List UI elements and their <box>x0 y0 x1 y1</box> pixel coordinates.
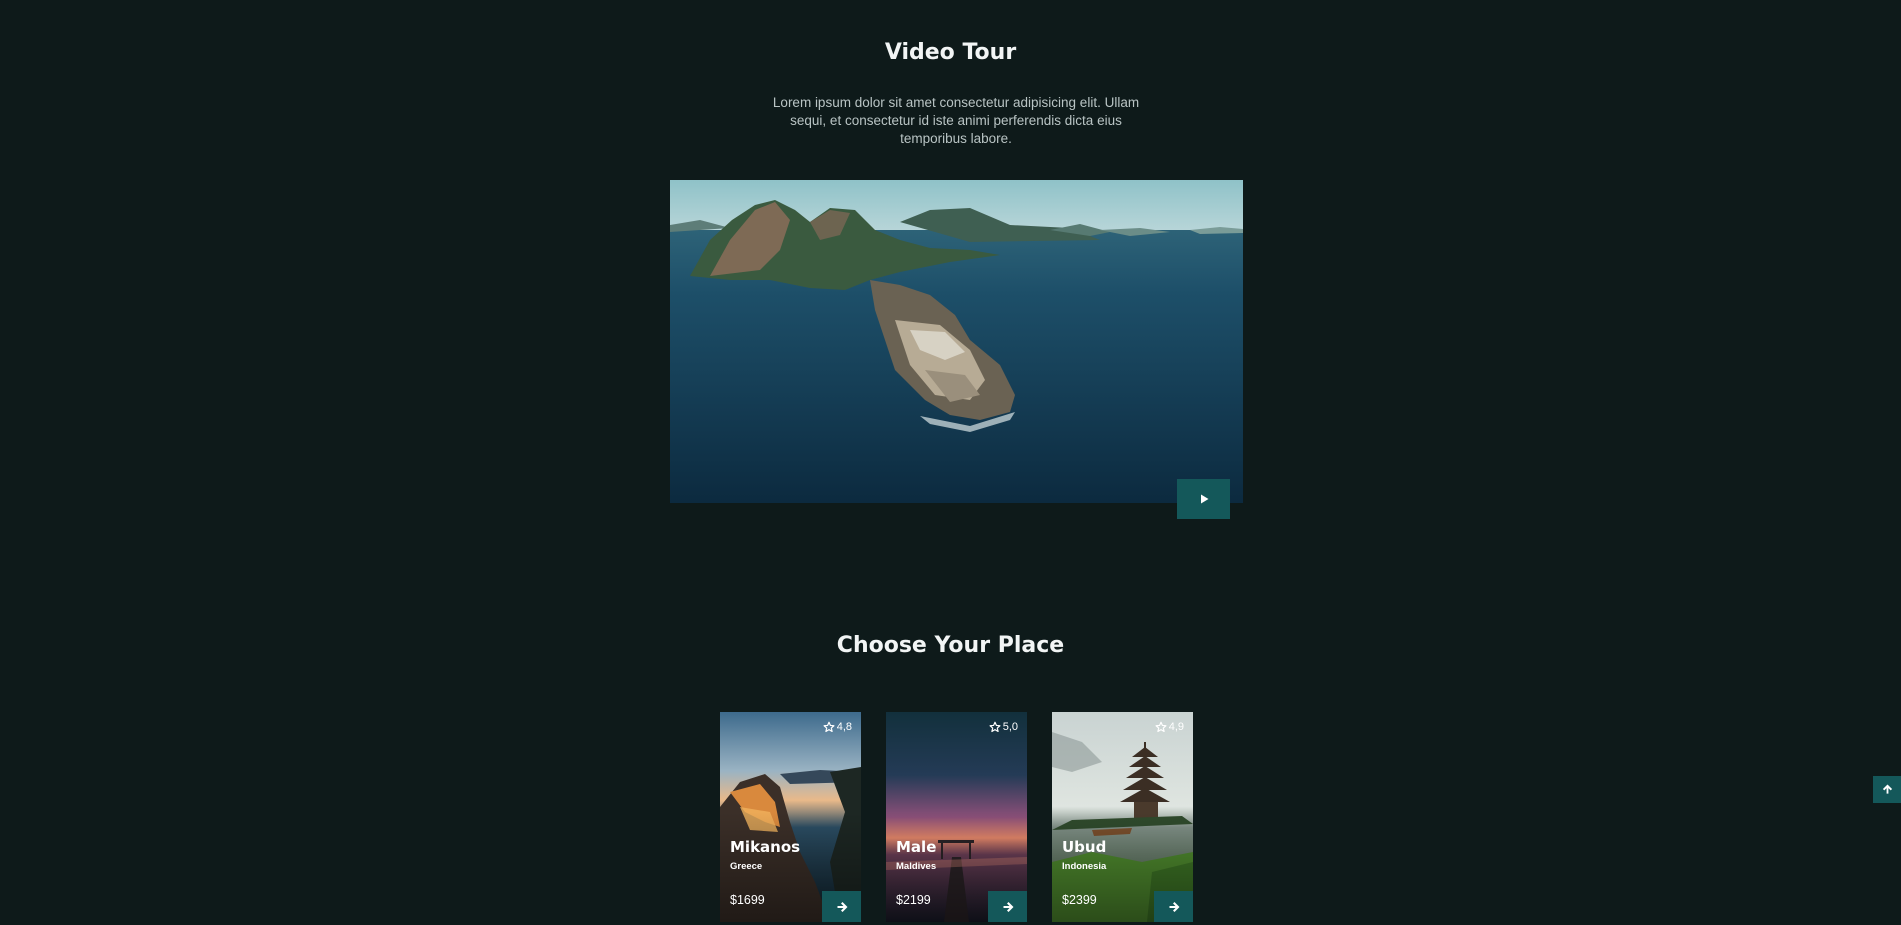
place-name: Male <box>896 838 937 856</box>
video-tour-description: Lorem ipsum dolor sit amet consectetur a… <box>772 95 1140 146</box>
arrow-right-icon <box>1169 901 1179 912</box>
arrow-right-icon <box>1003 901 1013 912</box>
place-details-button[interactable] <box>822 891 861 922</box>
place-details-button[interactable] <box>988 891 1027 922</box>
rating-value: 5,0 <box>1002 721 1018 733</box>
video-tour-title: Video Tour <box>884 40 1017 65</box>
star-outline-icon <box>989 721 1001 733</box>
play-button[interactable] <box>1177 479 1230 519</box>
island-aerial-image <box>670 180 1243 503</box>
rating-value: 4,8 <box>836 721 852 733</box>
place-country: Maldives <box>896 861 937 872</box>
place-price: $2199 <box>896 893 931 907</box>
rating: 4,8 <box>823 721 852 733</box>
place-name: Ubud <box>1062 838 1107 856</box>
place-card-ubud[interactable]: 4,9 Ubud Indonesia $2399 <box>1052 712 1193 922</box>
place-card-mikanos[interactable]: 4,8 Mikanos Greece $1699 <box>720 712 861 922</box>
rating-value: 4,9 <box>1168 721 1184 733</box>
place-price: $1699 <box>730 893 765 907</box>
place-price: $2399 <box>1062 893 1097 907</box>
arrow-right-icon <box>837 901 847 912</box>
play-icon <box>1200 494 1208 504</box>
place-name: Mikanos <box>730 838 801 856</box>
rating: 5,0 <box>989 721 1018 733</box>
star-outline-icon <box>823 721 835 733</box>
star-outline-icon <box>1155 721 1167 733</box>
place-details-button[interactable] <box>1154 891 1193 922</box>
place-country: Indonesia <box>1062 861 1107 872</box>
arrow-up-icon <box>1882 784 1892 794</box>
place-country: Greece <box>730 861 763 872</box>
rating: 4,9 <box>1155 721 1184 733</box>
places-title: Choose Your Place <box>836 633 1065 658</box>
place-card-male[interactable]: 5,0 Male Maldives $2199 <box>886 712 1027 922</box>
scroll-top-button[interactable] <box>1873 776 1901 803</box>
video-thumbnail[interactable] <box>670 180 1243 503</box>
